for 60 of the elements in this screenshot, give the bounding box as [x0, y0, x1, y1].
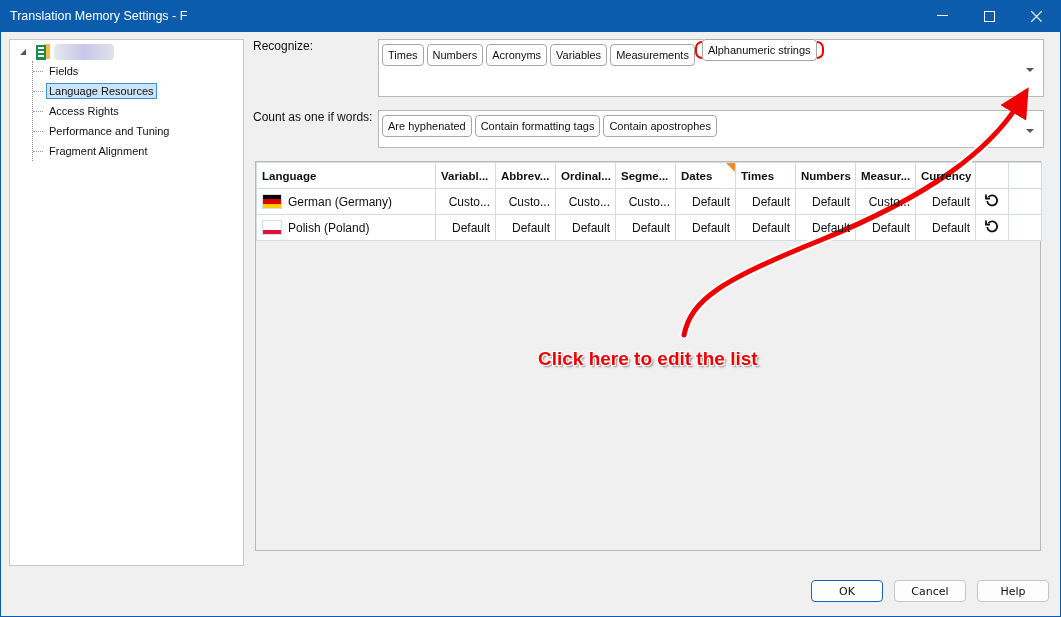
- reset-icon[interactable]: [985, 219, 999, 233]
- table-cell: Default: [631, 220, 670, 235]
- table-cell: Default: [571, 220, 610, 235]
- chip[interactable]: Acronyms: [486, 44, 548, 66]
- table-cell: Default: [931, 194, 970, 209]
- chip[interactable]: Are hyphenated: [382, 115, 472, 137]
- chip[interactable]: Numbers: [426, 44, 484, 66]
- table-cell: Default: [811, 194, 850, 209]
- field-label: Count as one if words:: [253, 110, 374, 126]
- column-header[interactable]: Language: [256, 162, 436, 189]
- chip[interactable]: Contain apostrophes: [603, 115, 717, 137]
- table-cell: Default: [751, 220, 790, 235]
- caret-icon[interactable]: [1026, 68, 1034, 72]
- language-name: German (Germany): [288, 194, 393, 209]
- chip-list-field[interactable]: Times Numbers Acronyms Variables Measurements Alphanumeric strings: [378, 39, 1044, 97]
- window-title: Translation Memory Settings - F: [10, 9, 188, 23]
- column-header[interactable]: Dates: [675, 162, 736, 189]
- chip-list-field[interactable]: Are hyphenated Contain formatting tags Contain apostrophes: [378, 110, 1044, 148]
- column-header[interactable]: Abbrev...: [495, 162, 556, 189]
- close-icon[interactable]: [1031, 10, 1042, 22]
- caret-icon[interactable]: [1026, 129, 1034, 133]
- column-header[interactable]: Measur...: [855, 162, 916, 189]
- table-cell: Default: [511, 220, 550, 235]
- language-name: Polish (Poland): [288, 220, 370, 235]
- chip[interactable]: Contain formatting tags: [474, 115, 601, 137]
- dialog-button[interactable]: Help: [977, 580, 1049, 602]
- table-cell: Default: [931, 220, 970, 235]
- chip[interactable]: Measurements: [610, 44, 695, 66]
- dialog-button[interactable]: OK: [811, 580, 883, 602]
- annotation-text: Click here to edit the list: [538, 348, 758, 370]
- table-cell: Custo...: [508, 194, 550, 209]
- redaction-blur: [54, 44, 114, 60]
- tree-item[interactable]: Language Resources: [46, 83, 157, 99]
- table-cell: Custo...: [628, 194, 670, 209]
- table-cell: Default: [691, 220, 730, 235]
- tree-item[interactable]: Fragment Alignment: [46, 143, 151, 159]
- reset-icon[interactable]: [985, 193, 999, 207]
- table-cell: Default: [871, 220, 910, 235]
- field-label: Recognize:: [253, 39, 315, 55]
- chip[interactable]: Variables: [550, 44, 608, 66]
- dialog-button[interactable]: Cancel: [894, 580, 966, 602]
- table-cell: Custo...: [448, 194, 490, 209]
- table-cell: Custo...: [568, 194, 610, 209]
- table-cell: Default: [451, 220, 490, 235]
- column-header[interactable]: Ordinal...: [555, 162, 616, 189]
- column-header[interactable]: Numbers: [795, 162, 856, 189]
- tree-item[interactable]: Access Rights: [46, 103, 122, 119]
- column-header[interactable]: Times: [735, 162, 796, 189]
- maximize-icon[interactable]: [984, 10, 995, 22]
- column-header[interactable]: Variabl...: [435, 162, 496, 189]
- chip[interactable]: Times: [382, 44, 424, 66]
- expand-triangle-icon[interactable]: [20, 49, 26, 55]
- tree-item[interactable]: Performance and Tuning: [46, 123, 173, 139]
- database-icon: [35, 44, 51, 60]
- column-header[interactable]: Segme...: [615, 162, 676, 189]
- chip[interactable]: Alphanumeric strings: [701, 39, 817, 61]
- minimize-icon[interactable]: [937, 15, 948, 17]
- table-cell: Default: [751, 194, 790, 209]
- tree-item[interactable]: Fields: [46, 63, 82, 79]
- table-cell: Default: [691, 194, 730, 209]
